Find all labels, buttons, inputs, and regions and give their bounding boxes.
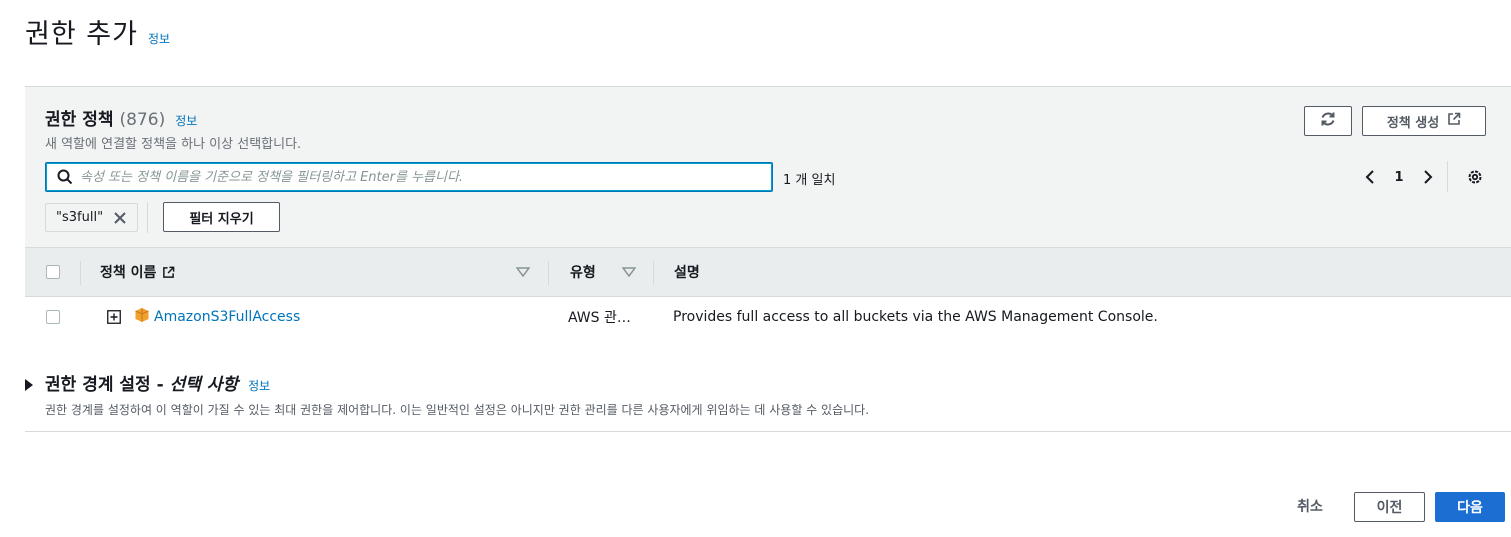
column-name-label: 정책 이름 (100, 265, 157, 281)
policy-name-link[interactable]: AmazonS3FullAccess (154, 309, 300, 325)
boundary-title: 권한 경계 설정 - 선택 사항 (45, 370, 238, 395)
column-description-label: 설명 (674, 265, 700, 281)
gear-icon (1468, 170, 1482, 184)
clear-filters-button[interactable]: 필터 지우기 (163, 202, 280, 232)
policy-type-cell: AWS 관… (568, 297, 631, 337)
refresh-icon (1320, 111, 1336, 131)
caret-right-icon[interactable] (25, 379, 33, 391)
chevron-right-icon (1424, 170, 1433, 184)
panel-title: 권한 정책 (45, 110, 114, 130)
section-divider (25, 431, 1511, 432)
boundary-optional-text: 선택 사항 (169, 375, 239, 395)
table-settings-button[interactable] (1463, 165, 1487, 189)
policy-description-cell: Provides full access to all buckets via … (673, 297, 1158, 337)
panel-header: 권한 정책 (876) 정보 새 역할에 연결할 정책을 하나 이상 선택합니다… (45, 105, 301, 152)
expand-icon[interactable] (107, 310, 121, 324)
previous-button[interactable]: 이전 (1354, 492, 1425, 522)
panel-info-link[interactable]: 정보 (175, 112, 197, 129)
column-header-type[interactable]: 유형 (570, 248, 596, 296)
column-header-description: 설명 (674, 248, 700, 296)
pager-divider (1447, 161, 1448, 192)
table-header: 정책 이름 유형 설명 (25, 247, 1511, 297)
filter-token-label: "s3full" (56, 210, 104, 225)
permission-policies-panel: 권한 정책 (876) 정보 새 역할에 연결할 정책을 하나 이상 선택합니다… (25, 87, 1511, 337)
column-divider (653, 261, 654, 285)
external-link-icon (1447, 112, 1461, 130)
page-info-link[interactable]: 정보 (148, 30, 170, 47)
next-page-button[interactable] (1416, 165, 1440, 189)
policy-search-field[interactable] (45, 162, 773, 192)
panel-description: 새 역할에 연결할 정책을 하나 이상 선택합니다. (45, 137, 302, 152)
column-header-name[interactable]: 정책 이름 (100, 248, 175, 296)
refresh-button[interactable] (1304, 106, 1352, 136)
sort-down-icon[interactable] (622, 266, 636, 278)
policy-name-cell[interactable]: AmazonS3FullAccess (154, 297, 300, 337)
boundary-description: 권한 경계를 설정하여 이 역할이 가질 수 있는 최대 권한을 제어합니다. … (45, 403, 870, 417)
page-title: 권한 추가 (25, 19, 138, 50)
boundary-info-link[interactable]: 정보 (248, 377, 270, 394)
column-divider (548, 261, 549, 285)
permissions-boundary-section: 권한 경계 설정 - 선택 사항 정보 권한 경계를 설정하여 이 역할이 가질… (25, 370, 1511, 418)
search-icon (56, 168, 74, 186)
select-all-checkbox[interactable] (46, 265, 60, 279)
filter-token: "s3full" (45, 203, 139, 232)
previous-page-button[interactable] (1358, 165, 1382, 189)
close-icon (114, 211, 126, 224)
next-button[interactable]: 다음 (1435, 492, 1505, 522)
cancel-button[interactable]: 취소 (1285, 491, 1335, 521)
page-header: 권한 추가 정보 (25, 12, 170, 51)
create-policy-label: 정책 생성 (1386, 115, 1440, 131)
policy-description: Provides full access to all buckets via … (673, 309, 1158, 325)
policy-type: AWS 관… (568, 310, 631, 326)
create-policy-button[interactable]: 정책 생성 (1362, 106, 1486, 136)
external-link-icon (162, 266, 175, 279)
remove-filter-button[interactable] (113, 211, 127, 225)
column-divider (80, 261, 81, 285)
row-select-checkbox[interactable] (46, 310, 60, 324)
current-page-number[interactable]: 1 (1382, 170, 1416, 185)
column-type-label: 유형 (570, 265, 596, 281)
aws-managed-policy-icon (135, 308, 149, 322)
permissions-boundary-toggle[interactable]: 권한 경계 설정 - 선택 사항 정보 (25, 370, 1511, 395)
search-input[interactable] (80, 164, 772, 190)
token-divider (147, 202, 148, 233)
match-count: 1 개 일치 (783, 173, 836, 188)
policy-count: (876) (119, 110, 166, 130)
table-row[interactable]: AmazonS3FullAccess AWS 관… Provides full … (25, 297, 1511, 337)
chevron-left-icon (1365, 170, 1374, 184)
sort-down-icon[interactable] (516, 266, 530, 278)
boundary-title-text: 권한 경계 설정 - (45, 375, 170, 395)
pagination: 1 (1358, 165, 1440, 189)
